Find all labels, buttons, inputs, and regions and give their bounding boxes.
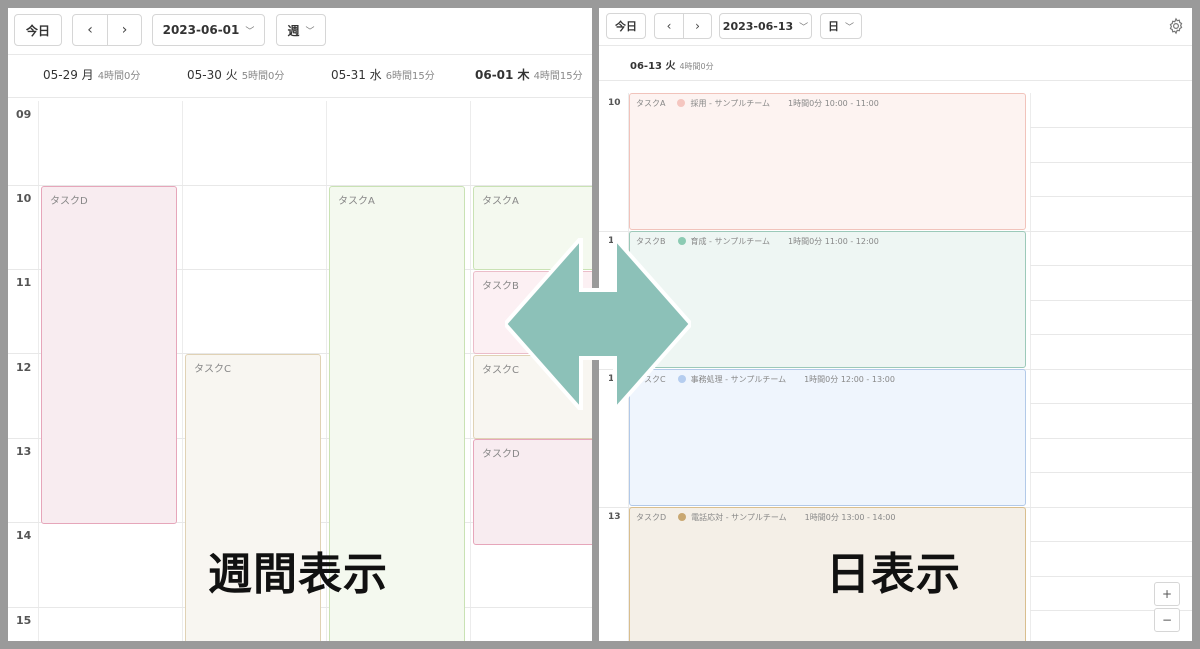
day-duration: 4時間0分 [679,62,714,71]
chevron-down-icon: ﹀ [844,22,854,33]
today-button[interactable]: 今日 [606,13,646,39]
day-duration: 4時間0分 [97,71,141,82]
event-duration: 1時間0分 [787,99,823,108]
grid-line [1030,162,1192,163]
event-duration: 1時間0分 [804,375,839,384]
grid-line [1030,403,1192,404]
event-task: タスクA [636,99,666,108]
day-date: 05-30 火 [187,68,238,82]
date-picker[interactable]: 2023-06-01 ﹀ [152,14,265,46]
grid-line [1030,265,1192,266]
hour-label: 13 [608,512,621,522]
day-header-wed[interactable]: 05-31 水 6時間15分 [331,66,435,83]
grid-line [1030,576,1192,577]
chevron-right-icon[interactable]: › [107,15,141,45]
view-selector-value: 日 [827,20,839,33]
zoom-out-button[interactable]: − [1154,608,1180,632]
week-view-caption: 週間表示 [208,549,388,600]
grid-line [1030,472,1192,473]
chevron-left-icon[interactable]: ‹ [655,14,683,38]
chevron-down-icon: ﹀ [245,26,255,37]
event-category: 電話応対 - サンプルチーム [691,513,787,522]
event-block[interactable]: タスクD [41,186,177,524]
event-time: 10:00 - 11:00 [824,99,879,108]
category-dot [677,99,686,107]
day-duration: 6時間15分 [385,71,435,82]
category-dot [678,513,687,521]
chevron-down-icon: ﹀ [305,26,315,37]
day-header[interactable]: 06-13 火 4時間0分 [630,57,714,72]
event-task: タスクD [636,513,667,522]
grid-line [1030,127,1192,128]
event-category: 育成 - サンプルチーム [690,237,771,246]
event-block[interactable]: タスクA 採用 - サンプルチーム 1時間0分 10:00 - 11:00 [629,93,1026,230]
divider [8,54,592,55]
divider [8,97,592,98]
grid-column-line [182,101,183,641]
event-time: 13:00 - 14:00 [841,513,896,522]
day-header-mon[interactable]: 05-29 月 4時間0分 [43,66,140,83]
day-date: 05-29 月 [43,68,94,82]
grid-line [1030,334,1192,335]
event-block[interactable]: タスクD [473,439,592,545]
day-header-thu[interactable]: 06-01 木 4時間15分 [475,66,583,83]
hour-label: 14 [16,529,32,542]
chevron-left-icon[interactable]: ‹ [73,15,107,45]
grid-column-line [470,101,471,641]
divider [599,45,1192,46]
day-nav-group: ‹ › [654,13,712,39]
day-duration: 5時間0分 [241,71,285,82]
chevron-right-icon[interactable]: › [683,14,711,38]
date-picker-value: 2023-06-13 [722,19,794,33]
grid-line [1030,541,1192,542]
chevron-down-icon: ﹀ [799,22,809,33]
view-selector[interactable]: 日 ﹀ [820,13,862,39]
event-category: 採用 - サンプルチーム [690,99,770,108]
event-time: 12:00 - 13:00 [840,375,895,384]
week-nav-group: ‹ › [72,14,142,46]
day-view-caption: 日表示 [826,549,961,600]
view-selector-value: 週 [287,23,300,38]
hour-label: 09 [16,108,32,121]
event-time: 11:00 - 12:00 [824,237,879,246]
hour-label: 11 [16,276,32,289]
hour-label: 10 [16,192,32,205]
event-duration: 1時間0分 [804,513,839,522]
grid-column-line [38,101,39,641]
gear-icon[interactable] [1167,17,1185,35]
hour-label: 10 [608,98,621,108]
day-duration: 4時間15分 [533,71,583,82]
grid-line [1030,196,1192,197]
hour-label: 13 [16,445,32,458]
today-button[interactable]: 今日 [14,14,62,46]
date-picker-value: 2023-06-01 [162,23,240,37]
left-right-arrow-icon [502,232,694,416]
day-date: 06-01 木 [475,68,530,82]
date-picker[interactable]: 2023-06-13 ﹀ [719,13,812,39]
event-duration: 1時間0分 [788,237,823,246]
day-header-tue[interactable]: 05-30 火 5時間0分 [187,66,284,83]
grid-column-line [1030,93,1031,641]
grid-line [1030,438,1192,439]
event-category: 事務処理 - サンプルチーム [690,375,787,384]
view-selector[interactable]: 週 ﹀ [276,14,326,46]
day-date: 05-31 水 [331,68,382,82]
hour-label: 12 [16,361,32,374]
divider [599,80,1192,81]
day-date: 06-13 火 [630,61,676,72]
grid-line [1030,300,1192,301]
hour-label: 15 [16,614,32,627]
zoom-in-button[interactable]: + [1154,582,1180,606]
